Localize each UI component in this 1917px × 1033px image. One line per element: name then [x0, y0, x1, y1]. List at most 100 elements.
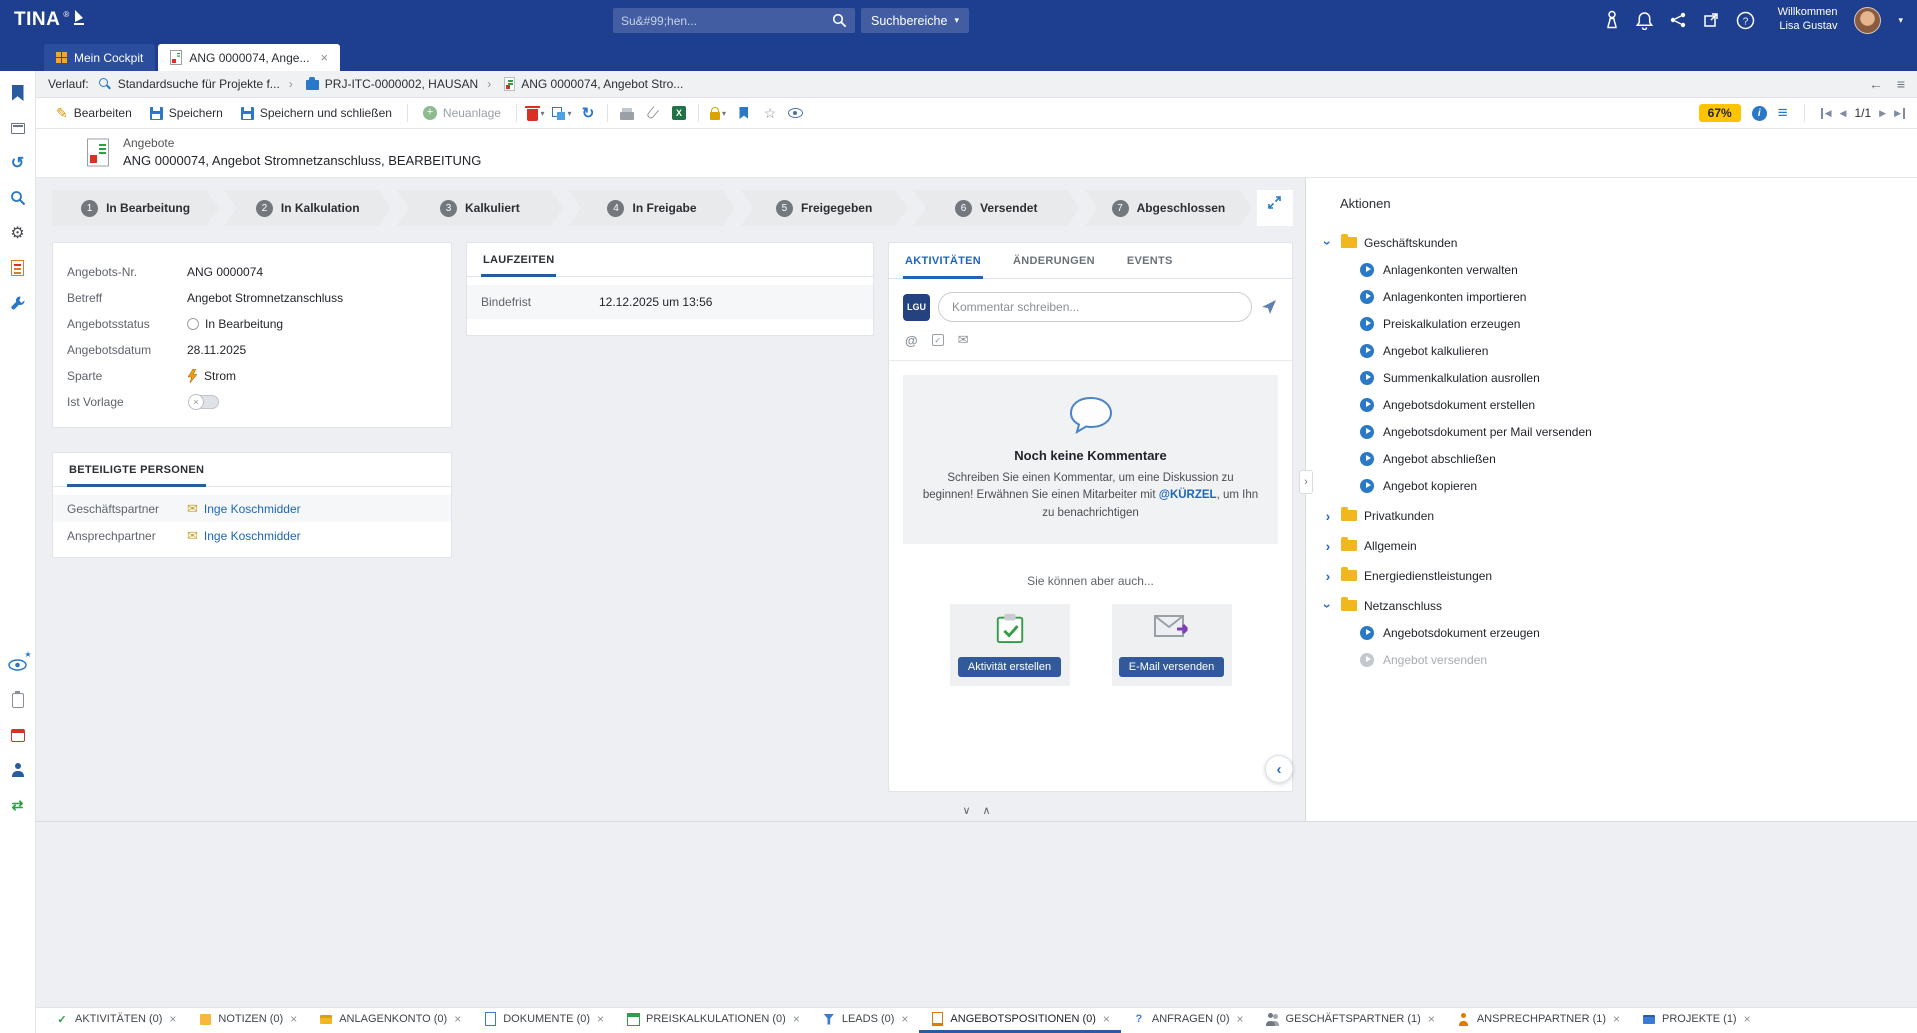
action-item[interactable]: Angebot versenden	[1360, 646, 1917, 673]
close-icon[interactable]	[454, 1012, 461, 1026]
action-item[interactable]: Angebot kalkulieren	[1360, 337, 1917, 364]
user-avatar[interactable]	[1854, 7, 1881, 34]
activity-tab[interactable]: ÄNDERUNGEN	[1011, 243, 1097, 279]
app-logo[interactable]: TINA ®	[14, 9, 86, 31]
breadcrumb-menu-icon[interactable]: ≡	[1897, 76, 1905, 92]
lock-button[interactable]: ▾	[706, 102, 730, 124]
actions-group-row[interactable]: Netzanschluss	[1322, 592, 1917, 619]
flag-button[interactable]	[732, 102, 756, 124]
mention-at-icon[interactable]	[905, 333, 918, 348]
attachment-button[interactable]	[641, 102, 665, 124]
info-icon[interactable]	[1752, 106, 1767, 121]
last-page-icon[interactable]	[1894, 108, 1905, 119]
close-icon[interactable]	[290, 1012, 297, 1026]
action-item[interactable]: Angebotsdokument erzeugen	[1360, 619, 1917, 646]
chess-piece-icon[interactable]	[1605, 10, 1619, 30]
action-item[interactable]: Angebot abschließen	[1360, 445, 1917, 472]
bottom-tab[interactable]: AKTIVITÄTEN (0)	[44, 1008, 187, 1033]
process-step[interactable]: 7 Abgeschlossen	[1085, 190, 1252, 226]
new-record-button[interactable]: Neuanlage	[415, 103, 509, 123]
action-item[interactable]: Angebotsdokument per Mail versenden	[1360, 418, 1917, 445]
bottom-tab[interactable]: PROJEKTE (1)	[1631, 1008, 1762, 1033]
completeness-badge[interactable]: 67%	[1699, 104, 1741, 122]
breadcrumb-item[interactable]: PRJ-ITC-0000002, HAUSAN	[289, 77, 478, 91]
first-page-icon[interactable]	[1821, 108, 1832, 119]
search-scope-dropdown[interactable]: Suchbereiche ▾	[861, 8, 969, 33]
save-and-close-button[interactable]: Speichern und schließen	[233, 103, 400, 123]
actions-group-row[interactable]: Privatkunden	[1322, 502, 1917, 529]
action-item[interactable]: Preiskalkulation erzeugen	[1360, 310, 1917, 337]
search-list-icon[interactable]	[8, 188, 28, 208]
calendar-icon[interactable]	[8, 725, 28, 745]
action-item[interactable]: Summenkalkulation ausrollen	[1360, 364, 1917, 391]
section-title[interactable]: BETEILIGTE PERSONEN	[67, 453, 206, 487]
tab-mein-cockpit[interactable]: Mein Cockpit	[44, 44, 155, 71]
previous-page-icon[interactable]	[1840, 108, 1847, 119]
close-icon[interactable]	[1428, 1012, 1435, 1026]
close-icon[interactable]	[169, 1012, 176, 1026]
person-link[interactable]: Inge Koschmidder	[204, 502, 301, 516]
actions-group-row[interactable]: Energiedienstleistungen	[1322, 562, 1917, 589]
refresh-button[interactable]: ↻	[576, 102, 600, 124]
collapse-panel-button[interactable]	[1265, 755, 1293, 783]
close-icon[interactable]	[793, 1012, 800, 1026]
history-icon[interactable]: ↺	[8, 153, 28, 173]
share-icon[interactable]	[1670, 12, 1686, 28]
excel-export-button[interactable]	[667, 102, 691, 124]
open-external-icon[interactable]	[1703, 12, 1719, 28]
activity-tab[interactable]: EVENTS	[1125, 243, 1175, 279]
watch-button[interactable]	[784, 102, 808, 124]
person-link[interactable]: Inge Koschmidder	[204, 529, 301, 543]
close-icon[interactable]	[1103, 1012, 1110, 1026]
sync-arrows-icon[interactable]: ⇄	[8, 795, 28, 815]
process-step[interactable]: 4 In Freigabe	[568, 190, 735, 226]
mail-icon[interactable]	[958, 332, 969, 348]
back-arrow-icon[interactable]: ←	[1869, 76, 1883, 92]
panel-expand-handle[interactable]	[1299, 470, 1313, 494]
expand-up-icon[interactable]	[983, 804, 991, 817]
settings-gear-icon[interactable]: ⚙	[8, 223, 28, 243]
send-icon[interactable]	[1260, 298, 1278, 316]
collapse-strip-icon[interactable]	[1267, 195, 1282, 210]
bottom-tab[interactable]: ANFRAGEN (0)	[1121, 1008, 1255, 1033]
notifications-bell-icon[interactable]	[1636, 11, 1653, 30]
section-title[interactable]: LAUFZEITEN	[481, 243, 556, 277]
process-step[interactable]: 2 In Kalkulation	[224, 190, 391, 226]
bottom-tab[interactable]: DOKUMENTE (0)	[472, 1008, 615, 1033]
breadcrumb-item[interactable]: Standardsuche für Projekte f...	[98, 77, 280, 91]
action-item[interactable]: Anlagenkonten importieren	[1360, 283, 1917, 310]
action-item[interactable]: Angebot kopieren	[1360, 472, 1917, 499]
print-button[interactable]	[615, 102, 639, 124]
tab-record-ang-0000074[interactable]: ANG 0000074, Ange...	[158, 44, 340, 71]
bottom-tab[interactable]: GESCHÄFTSPARTNER (1)	[1255, 1008, 1446, 1033]
search-icon[interactable]	[832, 13, 847, 28]
activity-tab[interactable]: AKTIVITÄTEN	[903, 243, 983, 279]
status-radio-icon[interactable]	[187, 318, 199, 330]
help-icon[interactable]: ?	[1736, 11, 1755, 30]
bottom-tab[interactable]: NOTIZEN (0)	[187, 1008, 308, 1033]
process-step[interactable]: 3 Kalkuliert	[396, 190, 563, 226]
close-icon[interactable]	[1613, 1012, 1620, 1026]
close-tab-icon[interactable]	[320, 50, 328, 65]
windows-stack-icon[interactable]	[8, 118, 28, 138]
colored-document-icon[interactable]	[8, 258, 28, 278]
mention-link[interactable]: @KÜRZEL	[1159, 489, 1217, 501]
action-item[interactable]: Angebotsdokument erstellen	[1360, 391, 1917, 418]
favorite-button[interactable]: ☆	[758, 102, 782, 124]
comment-input[interactable]	[938, 292, 1252, 322]
clipboard-icon[interactable]	[8, 690, 28, 710]
bottom-tab[interactable]: ANSPRECHPARTNER (1)	[1446, 1008, 1631, 1033]
create-activity-button[interactable]: Aktivität erstellen	[958, 657, 1061, 677]
close-icon[interactable]	[1744, 1012, 1751, 1026]
collapse-down-icon[interactable]	[962, 804, 970, 817]
save-button[interactable]: Speichern	[142, 103, 231, 123]
task-check-icon[interactable]	[932, 334, 944, 346]
process-step[interactable]: 6 Versendet	[913, 190, 1080, 226]
breadcrumb-item[interactable]: ANG 0000074, Angebot Stro...	[487, 77, 683, 91]
bookmark-icon[interactable]	[8, 83, 28, 103]
bottom-tab[interactable]: ANLAGENKONTO (0)	[308, 1008, 472, 1033]
menu-icon[interactable]: ≡	[1778, 103, 1788, 123]
delete-button[interactable]: ▾	[524, 102, 548, 124]
bottom-tab[interactable]: PREISKALKULATIONEN (0)	[615, 1008, 811, 1033]
user-menu-chevron-icon[interactable]: ▾	[1898, 15, 1903, 26]
